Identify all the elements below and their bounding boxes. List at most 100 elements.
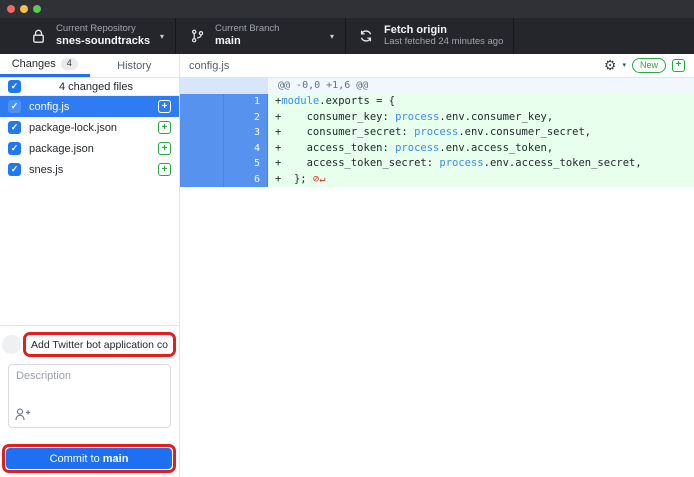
repository-label: Current Repository [56, 24, 160, 35]
changed-files-header: ✓ 4 changed files [0, 78, 179, 96]
code-segment: process [395, 142, 439, 154]
diff-line[interactable]: 2+ consumer_key: process.env.consumer_ke… [180, 110, 694, 126]
chevron-down-icon[interactable]: ▾ [622, 61, 626, 69]
hunk-gutter [180, 78, 268, 94]
file-list: ✓config.js+✓package-lock.json+✓package.j… [0, 96, 179, 180]
new-file-badge: New [632, 58, 666, 73]
diff-gutter-new[interactable]: 1 [224, 94, 268, 110]
expand-diff-icon[interactable]: + [672, 59, 685, 72]
code-segment: + consumer_secret: [275, 126, 414, 138]
diff-lines: 1+module.exports = {2+ consumer_key: pro… [180, 94, 694, 187]
file-row[interactable]: ✓ config.js + [0, 96, 179, 117]
code-segment: process [414, 126, 458, 138]
diff-gutter-new[interactable]: 4 [224, 141, 268, 157]
diff-gutter-old[interactable] [180, 141, 224, 157]
file-row[interactable]: ✓ package.json + [0, 138, 179, 159]
diff-gutter-new[interactable]: 2 [224, 110, 268, 126]
file-name: package.json [29, 143, 150, 155]
file-name: snes.js [29, 164, 150, 176]
code-segment: .env.consumer_key, [439, 111, 553, 123]
diff-gutter-new[interactable]: 5 [224, 156, 268, 172]
diff-gutter-old[interactable] [180, 172, 224, 188]
tab-label: History [117, 60, 151, 72]
diff-gutter-old[interactable] [180, 110, 224, 126]
file-row[interactable]: ✓ snes.js + [0, 159, 179, 180]
commit-description-input[interactable] [8, 364, 171, 428]
diff-empty-area [180, 187, 694, 477]
code-segment: module [281, 95, 319, 107]
changed-files-count: 4 changed files [21, 81, 171, 93]
github-desktop-window: Current Repository snes-soundtracks ▾ Cu… [0, 0, 694, 477]
code-segment: .env.access_token_secret, [484, 157, 642, 169]
diff-file-header: config.js ⚙ ▾ New + [180, 54, 694, 78]
diff-line-content: + access_token_secret: process.env.acces… [268, 156, 694, 172]
diff-line-content: + consumer_key: process.env.consumer_key… [268, 110, 694, 126]
diff-gutter-old[interactable] [180, 125, 224, 141]
code-segment: process [395, 111, 439, 123]
fetch-status: Last fetched 24 minutes ago [384, 37, 513, 48]
zoom-window-button[interactable] [33, 5, 41, 13]
file-name: config.js [29, 101, 150, 113]
commit-button-prefix: Commit to [50, 453, 100, 465]
fetch-label: Fetch origin [384, 24, 513, 37]
chevron-down-icon: ▾ [160, 32, 164, 41]
diff-line[interactable]: 6+ }; ⊘↵ [180, 172, 694, 188]
code-segment: .env.access_token, [439, 142, 553, 154]
lock-icon [30, 29, 46, 44]
diff-line-content: + }; ⊘↵ [268, 172, 694, 188]
tab-history[interactable]: History [90, 54, 180, 77]
file-checkbox[interactable]: ✓ [8, 142, 21, 155]
hunk-header-text: @@ -0,0 +1,6 @@ [268, 78, 694, 94]
diff-line[interactable]: 1+module.exports = { [180, 94, 694, 110]
gear-icon[interactable]: ⚙ [604, 58, 617, 72]
file-status-added-icon: + [158, 142, 171, 155]
code-segment: .exports = { [319, 95, 395, 107]
diff-line[interactable]: 5+ access_token_secret: process.env.acce… [180, 156, 694, 172]
annotation-summary-highlight [23, 332, 176, 357]
code-segment: process [439, 157, 483, 169]
code-segment: + }; [275, 173, 307, 185]
code-segment: .env.consumer_secret, [458, 126, 591, 138]
file-status-added-icon: + [158, 100, 171, 113]
commit-form: Commit to main [0, 325, 179, 477]
diff-line-content: +module.exports = { [268, 94, 694, 110]
code-segment: + consumer_key: [275, 111, 395, 123]
changes-sidebar: Changes4 History ✓ 4 changed files ✓ confi… [0, 54, 180, 477]
diff-line[interactable]: 4+ access_token: process.env.access_toke… [180, 141, 694, 157]
commit-summary-input[interactable] [26, 336, 173, 354]
repository-name: snes-soundtracks [56, 35, 160, 48]
file-checkbox[interactable]: ✓ [8, 121, 21, 134]
file-row[interactable]: ✓package-lock.json+ [0, 117, 179, 138]
current-repository-selector[interactable]: Current Repository snes-soundtracks ▾ [0, 18, 176, 54]
code-segment: + access_token: [275, 142, 395, 154]
titlebar[interactable] [0, 0, 694, 18]
toolbar-spacer [514, 18, 694, 54]
diff-line-content: + access_token: process.env.access_token… [268, 141, 694, 157]
branch-label: Current Branch [215, 24, 330, 35]
commit-button-branch: main [103, 453, 129, 465]
close-window-button[interactable] [7, 5, 15, 13]
current-branch-selector[interactable]: Current Branch main ▾ [176, 18, 346, 54]
tab-changes[interactable]: Changes4 [0, 54, 90, 77]
sidebar-tabs: Changes4 History [0, 54, 179, 78]
diff-gutter-new[interactable]: 6 [224, 172, 268, 188]
chevron-down-icon: ▾ [330, 32, 334, 41]
changes-count-badge: 4 [61, 58, 78, 70]
select-all-checkbox[interactable]: ✓ [8, 80, 21, 93]
diff-line[interactable]: 3 + consumer_secret: process.env.consumer… [180, 125, 694, 141]
diff-pane: config.js ⚙ ▾ New + @@ -0,0 +1,6 @@ 1+mo… [180, 54, 694, 477]
fetch-origin-button[interactable]: Fetch origin Last fetched 24 minutes ago [346, 18, 514, 54]
diff-gutter-old[interactable] [180, 156, 224, 172]
file-status-added-icon: + [158, 163, 171, 176]
diff-gutter-old[interactable] [180, 94, 224, 110]
commit-to-branch-button[interactable]: Commit to main [6, 448, 172, 469]
minimize-window-button[interactable] [20, 5, 28, 13]
file-checkbox[interactable]: ✓ [8, 163, 21, 176]
add-coauthor-icon[interactable] [15, 408, 31, 426]
no-newline-marker: ⊘↵ [307, 173, 326, 185]
code-segment: + access_token_secret: [275, 157, 439, 169]
file-checkbox[interactable]: ✓ [8, 100, 21, 113]
diff-gutter-new[interactable]: 3 [224, 125, 268, 141]
branch-name: main [215, 35, 330, 48]
avatar [2, 335, 21, 354]
